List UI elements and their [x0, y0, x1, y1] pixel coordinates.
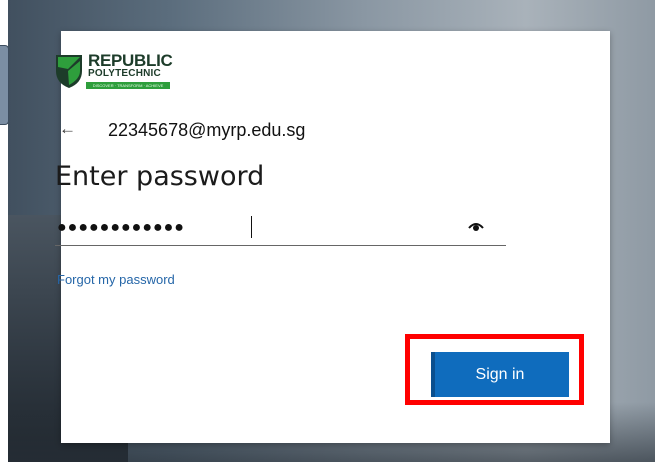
arrow-left-icon[interactable]: ← — [59, 119, 76, 139]
logo-line2: POLYTECHNIC — [88, 68, 161, 79]
password-value: ●●●●●●●●●●●● — [57, 219, 185, 236]
republic-polytechnic-logo: REPUBLIC POLYTECHNIC DISCOVER · TRANSFOR… — [54, 51, 184, 99]
logo-shield-icon — [56, 55, 82, 88]
logo-tagline: DISCOVER · TRANSFORM · ACHIEVE — [86, 82, 170, 89]
page-title: Enter password — [55, 161, 265, 192]
password-input[interactable]: ●●●●●●●●●●●● — [55, 212, 506, 246]
text-caret — [251, 216, 252, 238]
forgot-password-link[interactable]: Forgot my password — [57, 272, 175, 288]
background-window-edge — [0, 45, 9, 125]
account-email: 22345678@myrp.edu.sg — [108, 120, 306, 140]
sign-in-button[interactable]: Sign in — [431, 352, 569, 397]
eye-icon[interactable] — [468, 221, 484, 233]
